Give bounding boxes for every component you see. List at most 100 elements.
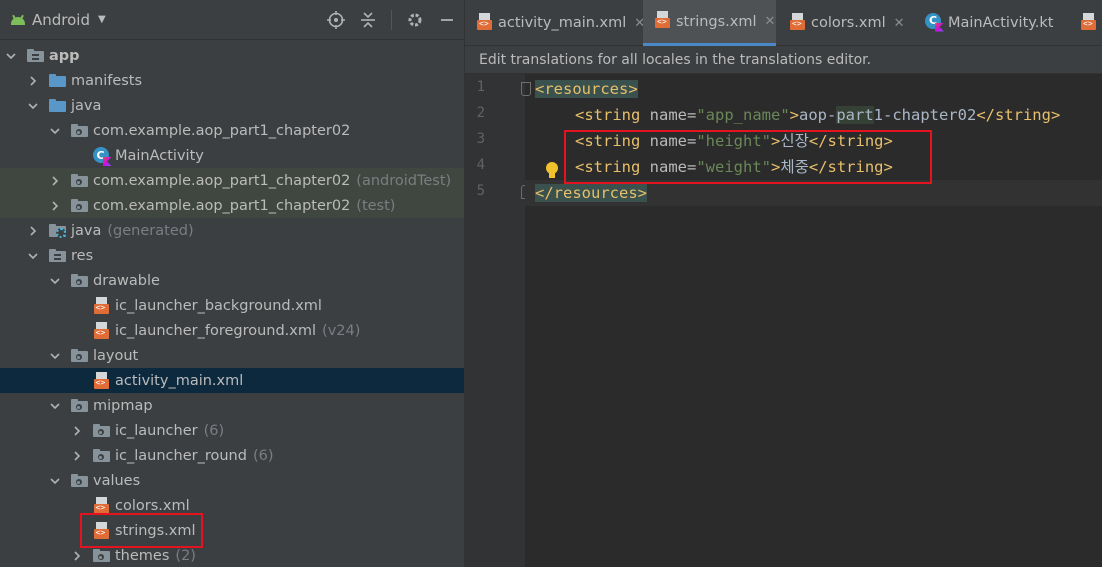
tree-item[interactable]: themes (2) xyxy=(0,543,464,567)
string-close-tag: </string> xyxy=(976,106,1061,124)
chevron-right-icon[interactable] xyxy=(70,549,84,563)
tree-item[interactable]: colors.xml xyxy=(0,493,464,518)
lightbulb-icon[interactable] xyxy=(545,162,559,182)
line-number: 4 xyxy=(476,157,485,173)
tree-item-label: com.example.aop_part1_chapter02 xyxy=(93,122,351,139)
chevron-down-icon[interactable] xyxy=(48,349,62,363)
chevron-down-icon[interactable] xyxy=(26,249,40,263)
close-icon[interactable]: ✕ xyxy=(765,14,776,29)
tree-item-icon: C xyxy=(92,147,112,166)
tree-item-icon xyxy=(70,472,88,490)
chevron-down-icon[interactable] xyxy=(4,49,18,63)
tree-item[interactable]: ic_launcher_foreground.xml (v24) xyxy=(0,318,464,343)
tree-item[interactable]: C MainActivity xyxy=(0,143,464,168)
tree-item-hint: (androidTest) xyxy=(356,172,452,189)
project-view-selector[interactable]: Android ▼ xyxy=(10,11,106,29)
project-view-label: Android xyxy=(32,10,90,29)
chevron-down-icon[interactable] xyxy=(48,274,62,288)
tree-item-icon xyxy=(92,497,110,515)
resources-folder-icon xyxy=(48,249,66,262)
tree-item[interactable]: activity_main.xml xyxy=(0,368,464,393)
chevron-right-icon[interactable] xyxy=(70,424,84,438)
package-icon xyxy=(70,199,88,212)
tree-item-label: com.example.aop_part1_chapter02 xyxy=(93,197,351,214)
tree-item[interactable]: java xyxy=(0,93,464,118)
tree-item-label: manifests xyxy=(71,72,143,89)
tree-item-icon xyxy=(26,47,44,65)
translations-banner[interactable]: Edit translations for all locales in the… xyxy=(465,46,1102,74)
tree-item[interactable]: java (generated) xyxy=(0,218,464,243)
tree-item[interactable]: com.example.aop_part1_chapter02 xyxy=(0,118,464,143)
tree-item[interactable]: manifests xyxy=(0,68,464,93)
chevron-down-icon[interactable] xyxy=(48,399,62,413)
tree-item-icon xyxy=(70,397,88,415)
tree-item[interactable]: com.example.aop_part1_chapter02 (androidT… xyxy=(0,168,464,193)
chevron-down-icon[interactable] xyxy=(48,124,62,138)
line-number: 5 xyxy=(476,183,485,199)
tree-item-label: java xyxy=(71,222,102,239)
xml-file-icon xyxy=(93,372,109,389)
package-icon xyxy=(92,449,110,462)
editor-tab[interactable]: strings.xml ✕ xyxy=(643,0,776,46)
tree-item[interactable]: mipmap xyxy=(0,393,464,418)
package-icon xyxy=(70,399,88,412)
xml-file-icon xyxy=(93,297,109,314)
tree-item[interactable]: layout xyxy=(0,343,464,368)
editor-area: activity_main.xml✕ strings.xml ✕colors.xml… xyxy=(464,0,1102,567)
code-line-1[interactable]: <resources> xyxy=(535,76,1102,102)
tree-item-hint: (v24) xyxy=(322,322,361,339)
tree-item-label: res xyxy=(71,247,94,264)
locate-file-icon[interactable] xyxy=(327,11,345,29)
collapse-all-icon[interactable] xyxy=(359,11,377,29)
package-icon xyxy=(70,274,88,287)
tree-item[interactable]: res xyxy=(0,243,464,268)
tree-item[interactable]: drawable xyxy=(0,268,464,293)
editor-tab[interactable]: colors.xml ✕ xyxy=(778,0,911,46)
tree-item[interactable]: strings.xml xyxy=(0,518,464,543)
package-icon xyxy=(70,174,88,187)
gear-icon[interactable] xyxy=(406,11,424,29)
xml-file-icon xyxy=(1081,12,1096,34)
line-number: 3 xyxy=(476,131,485,147)
close-icon[interactable]: ✕ xyxy=(894,16,905,31)
name-value: "app_name" xyxy=(696,106,790,124)
tree-item[interactable]: app xyxy=(0,43,464,68)
chevron-right-icon[interactable] xyxy=(48,174,62,188)
tree-item[interactable]: ic_launcher_background.xml xyxy=(0,293,464,318)
tree-item-icon xyxy=(70,347,88,365)
tree-item[interactable]: values xyxy=(0,468,464,493)
tree-item-icon xyxy=(92,372,110,390)
tree-item-icon xyxy=(70,122,88,140)
package-icon xyxy=(92,549,110,562)
tree-item-icon xyxy=(48,247,66,265)
editor-tab[interactable] xyxy=(1069,0,1102,46)
line-number-gutter: 1 2 3 4 5 xyxy=(465,74,531,567)
xml-file-icon xyxy=(790,12,805,34)
tree-item-label: com.example.aop_part1_chapter02 xyxy=(93,172,351,189)
kotlin-class-icon: C xyxy=(925,12,944,34)
chevron-right-icon[interactable] xyxy=(26,224,40,238)
chevron-down-icon[interactable] xyxy=(48,474,62,488)
editor-tab-label: strings.xml xyxy=(676,13,757,30)
hide-panel-icon[interactable] xyxy=(438,11,456,29)
chevron-down-icon[interactable] xyxy=(26,99,40,113)
chevron-right-icon[interactable] xyxy=(48,199,62,213)
editor-tab[interactable]: activity_main.xml✕ xyxy=(465,0,645,46)
tree-item-label: values xyxy=(93,472,141,489)
chevron-right-icon[interactable] xyxy=(26,74,40,88)
line-number: 2 xyxy=(476,105,485,121)
tree-item-label: MainActivity xyxy=(115,147,204,164)
tree-item[interactable]: ic_launcher_round (6) xyxy=(0,443,464,468)
package-icon xyxy=(92,424,110,437)
chevron-right-icon[interactable] xyxy=(70,449,84,463)
chevron-down-icon: ▼ xyxy=(98,14,106,25)
tree-item[interactable]: ic_launcher (6) xyxy=(0,418,464,443)
code-line-2[interactable]: <string name="app_name">aop-part1-chapte… xyxy=(575,102,1102,128)
tag-close-bracket: > xyxy=(789,106,799,124)
tree-item-icon xyxy=(92,422,110,440)
tree-item[interactable]: com.example.aop_part1_chapter02 (test) xyxy=(0,193,464,218)
editor-tab[interactable]: C MainActivity.kt xyxy=(913,0,1067,46)
xml-file-icon xyxy=(655,11,670,32)
